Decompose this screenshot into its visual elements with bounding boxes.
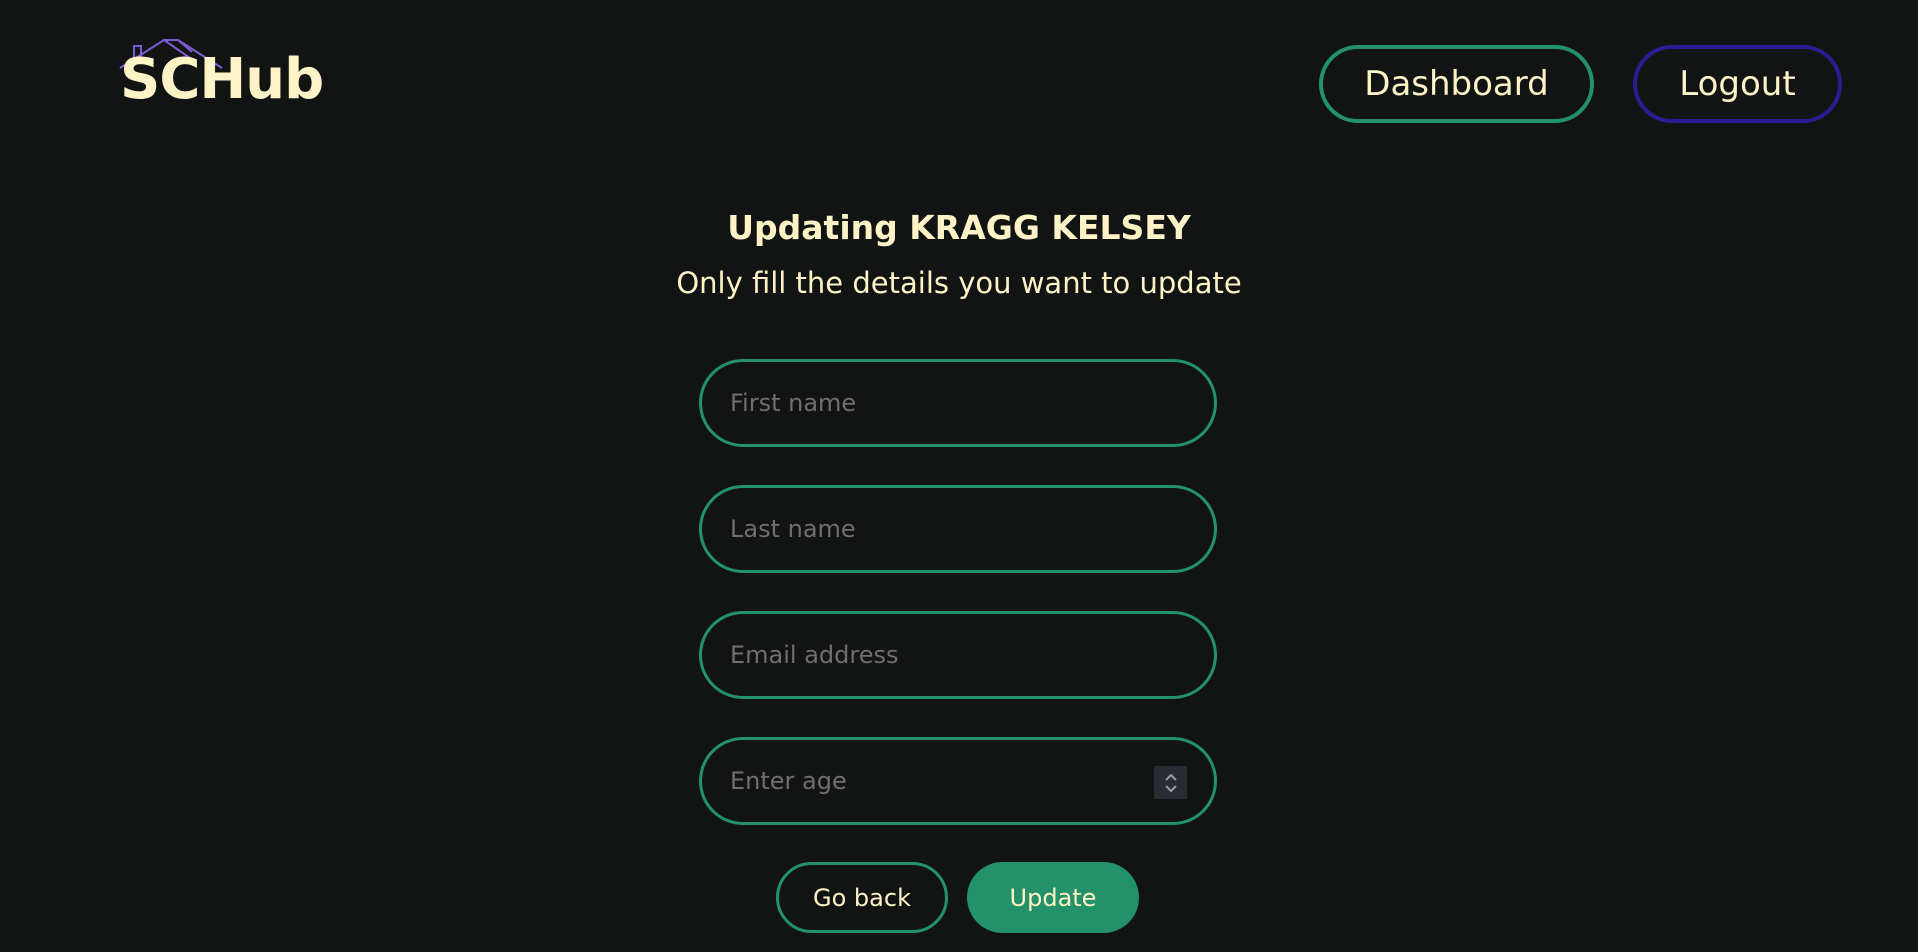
dashboard-button[interactable]: Dashboard bbox=[1319, 45, 1594, 123]
last-name-input[interactable] bbox=[702, 515, 1214, 543]
logo[interactable]: SCHub bbox=[118, 38, 338, 118]
age-input[interactable] bbox=[702, 767, 1214, 795]
first-name-input[interactable] bbox=[702, 389, 1214, 417]
page-subtitle: Only fill the details you want to update bbox=[676, 266, 1242, 300]
logo-text: SCHub bbox=[120, 47, 324, 112]
logout-button[interactable]: Logout bbox=[1633, 45, 1842, 123]
last-name-field bbox=[699, 485, 1217, 573]
update-button[interactable]: Update bbox=[967, 862, 1139, 933]
first-name-field bbox=[699, 359, 1217, 447]
age-field bbox=[699, 737, 1217, 825]
page-title: Updating KRAGG KELSEY bbox=[727, 208, 1191, 247]
email-field bbox=[699, 611, 1217, 699]
age-stepper[interactable] bbox=[1154, 766, 1187, 799]
page: SCHub Dashboard Logout Updating KRAGG KE… bbox=[0, 0, 1918, 952]
email-input[interactable] bbox=[702, 641, 1214, 669]
chevron-up-down-icon bbox=[1164, 773, 1177, 792]
go-back-button[interactable]: Go back bbox=[776, 862, 948, 933]
